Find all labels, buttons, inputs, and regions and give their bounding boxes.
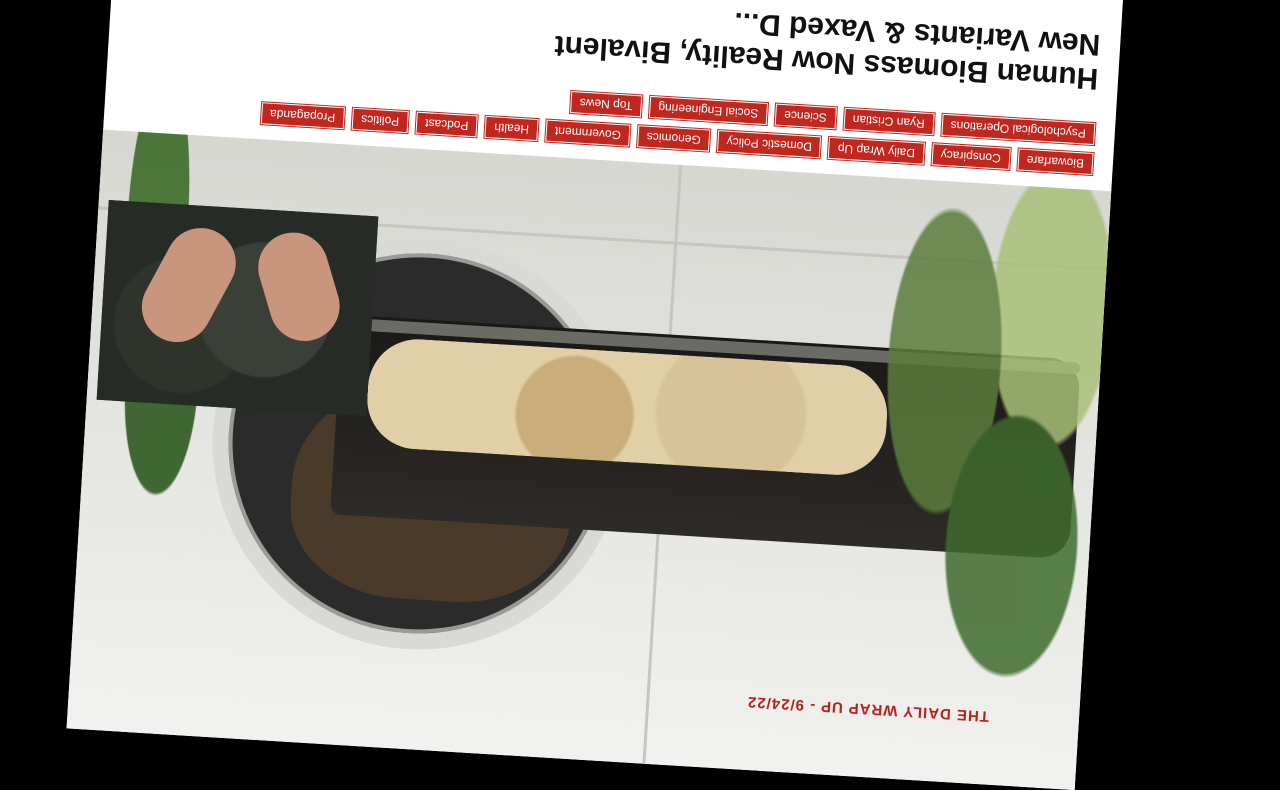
tag-link[interactable]: Daily Wrap Up bbox=[828, 136, 925, 165]
plants-left bbox=[815, 175, 1112, 790]
tag-link[interactable]: Social Engineering bbox=[648, 95, 768, 126]
tag-link[interactable]: Conspiracy bbox=[931, 143, 1011, 170]
tag-link[interactable]: Biowarfare bbox=[1017, 148, 1094, 176]
tag-link[interactable]: Top News bbox=[570, 91, 643, 118]
soil-hands-inset bbox=[96, 200, 379, 417]
tag-link[interactable]: Ryan Cristian bbox=[843, 107, 935, 136]
tag-link[interactable]: Genomics bbox=[637, 125, 711, 152]
tag-link[interactable]: Government bbox=[545, 119, 631, 147]
hero-image[interactable]: THE DAILY WRAP UP - 9/24/22 bbox=[66, 129, 1112, 790]
tag-link[interactable]: Podcast bbox=[415, 111, 479, 138]
tag-link[interactable]: Science bbox=[774, 103, 837, 130]
tag-link[interactable]: Domestic Policy bbox=[717, 130, 822, 159]
tag-link[interactable]: Politics bbox=[351, 107, 409, 134]
tag-link[interactable]: Psychological Operations bbox=[940, 113, 1096, 146]
tag-link[interactable]: Propaganda bbox=[260, 102, 345, 130]
tag-link[interactable]: Health bbox=[484, 115, 539, 142]
rotated-page: THE DAILY WRAP UP - 9/24/22 Biowarfare C… bbox=[66, 0, 1124, 790]
